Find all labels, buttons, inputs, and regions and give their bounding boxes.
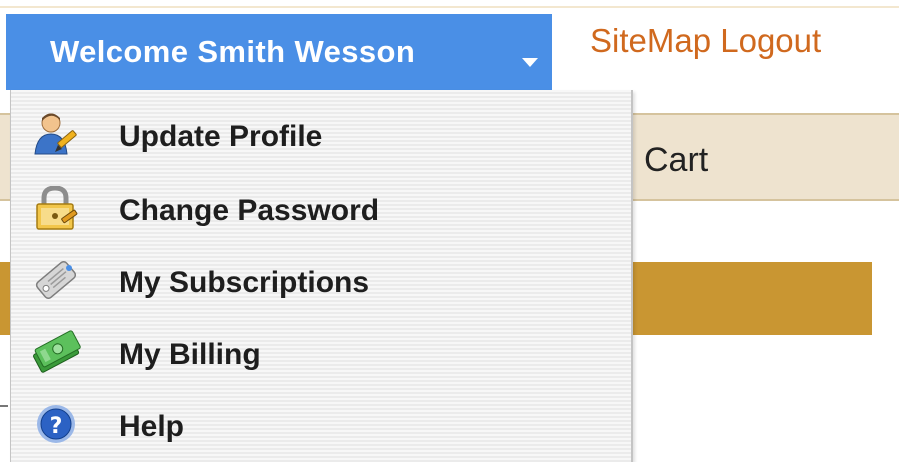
top-links: SiteMap Logout (590, 22, 821, 60)
logout-link[interactable]: Logout (720, 22, 821, 59)
svg-text:?: ? (50, 414, 63, 439)
menu-item-my-billing[interactable]: My Billing (11, 314, 631, 388)
edge-mark (0, 405, 8, 407)
user-edit-icon (34, 113, 77, 155)
tag-icon (35, 261, 77, 299)
welcome-user-dropdown-button[interactable]: Welcome Smith Wesson (6, 14, 552, 90)
money-icon (33, 330, 81, 373)
nav-item-cart[interactable]: Cart (644, 141, 708, 180)
welcome-label: Welcome Smith Wesson (50, 34, 416, 69)
menu-item-label: My Subscriptions (119, 266, 370, 299)
menu-item-label: Update Profile (119, 120, 323, 153)
menu-item-my-subscriptions[interactable]: My Subscriptions (11, 242, 631, 316)
menu-item-label: Help (119, 410, 185, 443)
sitemap-link[interactable]: SiteMap (590, 22, 711, 59)
menu-item-label: My Billing (119, 338, 261, 371)
caret-down-icon (522, 58, 538, 67)
lock-icon (36, 186, 78, 230)
menu-item-update-profile[interactable]: Update Profile (11, 96, 631, 170)
user-dropdown-menu: Update Profile Change Password My Subscr… (10, 90, 633, 462)
help-icon: ? (37, 405, 75, 443)
top-divider (0, 6, 899, 8)
menu-item-help[interactable]: ? Help (11, 386, 631, 460)
menu-item-change-password[interactable]: Change Password (11, 170, 631, 244)
menu-item-label: Change Password (119, 194, 380, 227)
